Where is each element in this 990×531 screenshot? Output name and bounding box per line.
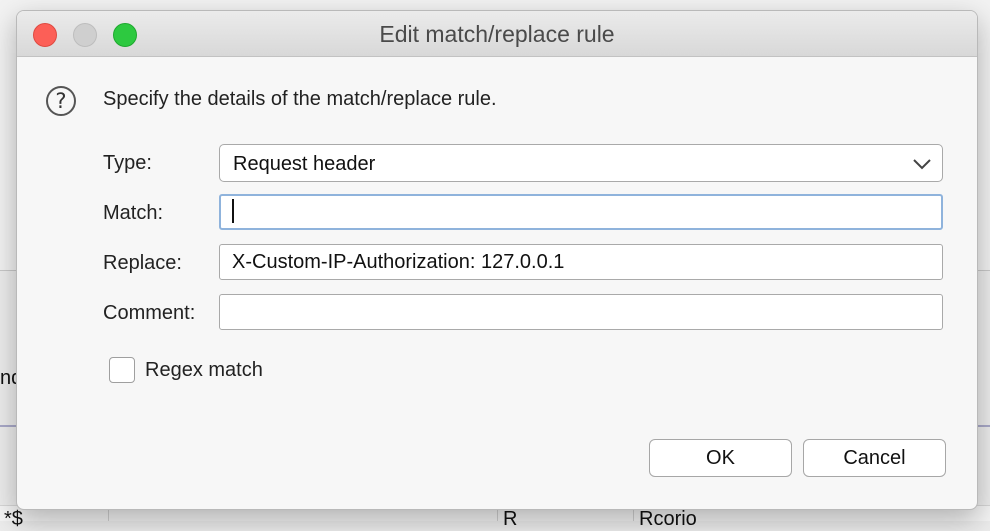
- question-circle-icon: ?: [46, 86, 76, 116]
- cancel-button[interactable]: Cancel: [803, 439, 946, 477]
- ok-button[interactable]: OK: [649, 439, 792, 477]
- comment-label: Comment:: [103, 302, 196, 324]
- type-select-value: Request header: [233, 153, 376, 175]
- title-bar[interactable]: Edit match/replace rule: [17, 11, 977, 57]
- dialog-title: Edit match/replace rule: [379, 21, 615, 47]
- type-select[interactable]: Request header: [219, 144, 943, 182]
- dialog-instructions: Specify the details of the match/replace…: [103, 88, 497, 110]
- replace-input-value: X-Custom-IP-Authorization: 127.0.0.1: [232, 251, 565, 273]
- replace-input[interactable]: X-Custom-IP-Authorization: 127.0.0.1: [219, 244, 943, 280]
- replace-label: Replace:: [103, 252, 182, 274]
- chevron-down-icon: [913, 159, 931, 170]
- regex-match-checkbox[interactable]: [109, 357, 135, 383]
- text-cursor: [232, 199, 234, 224]
- edit-rule-dialog: Edit match/replace rule ? Specify the de…: [16, 10, 978, 510]
- comment-input[interactable]: [219, 294, 943, 330]
- type-label: Type:: [103, 152, 152, 174]
- match-label: Match:: [103, 202, 164, 224]
- match-input[interactable]: [219, 194, 943, 230]
- regex-match-label[interactable]: Regex match: [145, 359, 263, 382]
